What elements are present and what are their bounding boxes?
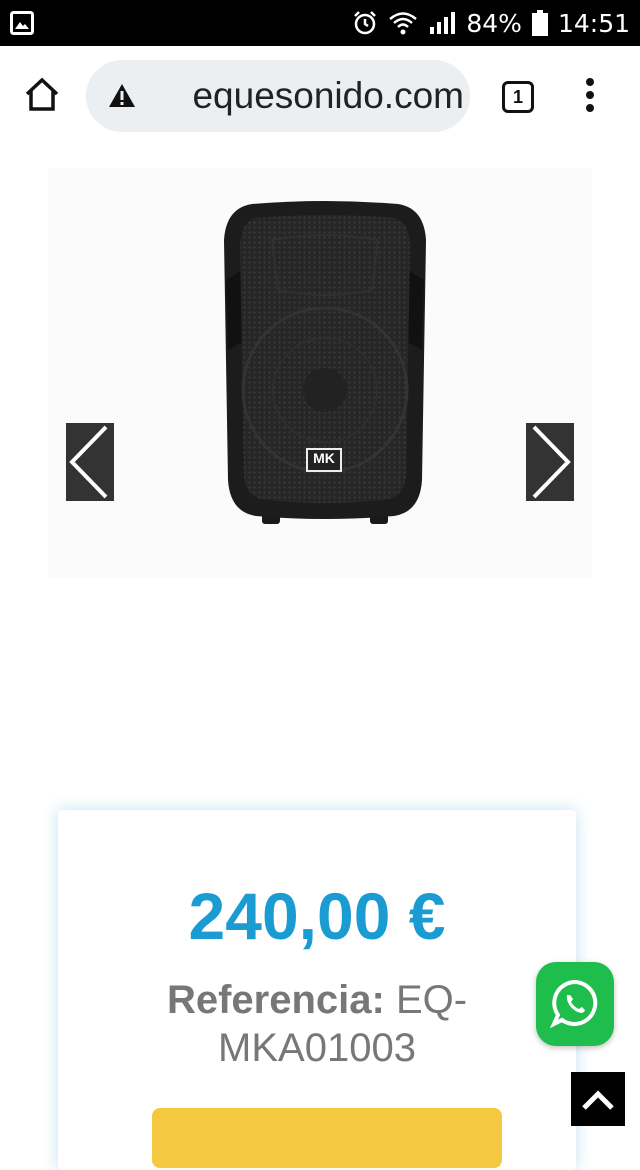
- more-vert-icon[interactable]: [578, 76, 602, 116]
- tabs-icon[interactable]: 1: [500, 79, 536, 115]
- scroll-to-top-button[interactable]: [571, 1072, 625, 1126]
- home-icon[interactable]: [22, 75, 62, 115]
- product-reference: Referencia: EQ-MKA01003: [140, 976, 494, 1072]
- warning-icon[interactable]: [108, 82, 136, 110]
- battery-icon: [531, 10, 548, 36]
- gallery-icon: [10, 11, 34, 35]
- chevron-left-icon[interactable]: [66, 423, 114, 501]
- product-price: 240,00 €: [188, 879, 446, 953]
- tab-count[interactable]: 1: [502, 81, 534, 113]
- gallery-next-button[interactable]: [526, 423, 574, 501]
- browser-toolbar: equesonido.com 1: [0, 46, 640, 146]
- signal-icon: [428, 11, 456, 35]
- url-text[interactable]: equesonido.com: [138, 74, 464, 118]
- address-bar[interactable]: equesonido.com: [86, 60, 470, 132]
- whatsapp-icon[interactable]: [549, 978, 601, 1030]
- reference-label: Referencia:: [166, 978, 385, 1022]
- product-image: [222, 200, 428, 530]
- alarm-icon: [352, 10, 378, 36]
- battery-percent: 84%: [466, 8, 522, 38]
- whatsapp-button[interactable]: [536, 962, 614, 1046]
- clock: 14:51: [557, 8, 630, 38]
- add-to-cart-button[interactable]: [152, 1108, 502, 1168]
- chevron-right-icon[interactable]: [526, 423, 574, 501]
- wifi-icon: [388, 10, 418, 36]
- brand-logo: MK: [313, 450, 335, 466]
- gallery-prev-button[interactable]: [66, 423, 114, 501]
- chevron-up-icon[interactable]: [580, 1084, 616, 1114]
- status-bar: 84% 14:51: [0, 0, 640, 46]
